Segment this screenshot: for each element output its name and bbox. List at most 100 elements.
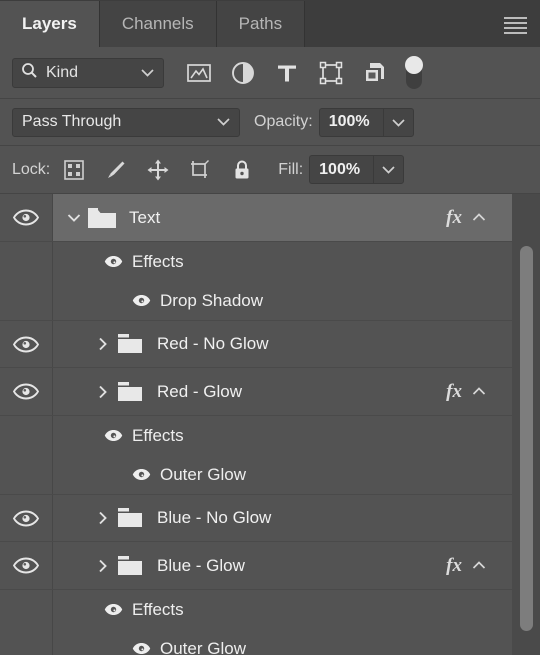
filter-kind-dropdown[interactable]: Kind [12, 57, 164, 88]
layer-list: Text fx Effects Drop Shadow Red - No Glo… [0, 194, 540, 655]
filter-shape-layers-icon[interactable] [318, 60, 344, 86]
layer-visibility-toggle[interactable] [0, 495, 53, 541]
layer-visibility-toggle[interactable] [0, 368, 53, 415]
effects-visibility-toggle[interactable] [103, 429, 123, 442]
filter-pixel-layers-icon[interactable] [186, 60, 212, 86]
group-expand-chevron-down-icon[interactable] [63, 213, 85, 222]
folder-closed-icon [115, 506, 145, 530]
layer-visibility-toggle[interactable] [0, 321, 53, 367]
filter-adjustment-layers-icon[interactable] [230, 60, 256, 86]
lock-row: Lock: Fill: 100% [0, 146, 540, 194]
effect-item-body[interactable]: Outer Glow [53, 629, 512, 655]
layer-row-body[interactable]: Blue - Glow fx [53, 542, 512, 589]
fx-collapse-chevron-up-icon[interactable] [472, 557, 486, 575]
filter-type-icons [186, 60, 388, 86]
layer-visibility-toggle[interactable] [0, 542, 53, 589]
fx-badge[interactable]: fx [446, 381, 462, 403]
lock-icons [62, 158, 254, 182]
eye-icon [104, 256, 122, 267]
fx-badge[interactable]: fx [446, 555, 462, 577]
fill-control: 100% [309, 155, 405, 184]
eye-icon [132, 469, 150, 480]
group-expand-chevron-right-icon[interactable] [91, 511, 113, 525]
eye-icon [132, 295, 150, 306]
effects-row[interactable]: Effects [0, 590, 512, 629]
effect-item-gutter [0, 281, 53, 320]
effects-row-body[interactable]: Effects [53, 590, 512, 629]
effects-visibility-toggle[interactable] [103, 255, 123, 268]
effect-item-body[interactable]: Outer Glow [53, 455, 512, 494]
layer-row-body[interactable]: Blue - No Glow [53, 495, 512, 541]
fx-badge[interactable]: fx [446, 207, 462, 229]
effects-row-body[interactable]: Effects [53, 242, 512, 281]
layer-row-blue-glow[interactable]: Blue - Glow fx [0, 542, 512, 590]
effect-item-row[interactable]: Outer Glow [0, 629, 512, 655]
layer-fx-indicator[interactable]: fx [446, 194, 486, 241]
scrollbar-thumb[interactable] [520, 246, 533, 631]
blend-mode-row: Pass Through Opacity: 100% [0, 99, 540, 146]
layer-row-red-glow[interactable]: Red - Glow fx [0, 368, 512, 416]
tab-layers[interactable]: Layers [0, 1, 100, 47]
menu-line [503, 21, 527, 24]
filter-smart-object-layers-icon[interactable] [362, 60, 388, 86]
lock-all-icon[interactable] [230, 158, 254, 182]
effects-row[interactable]: Effects [0, 416, 512, 455]
effects-row-body[interactable]: Effects [53, 416, 512, 455]
filter-kind-label: Kind [46, 63, 79, 81]
filter-toolbar: Kind [0, 47, 540, 99]
tab-paths[interactable]: Paths [216, 1, 306, 47]
layer-list-scrollbar[interactable] [512, 194, 540, 655]
effect-item-row[interactable]: Drop Shadow [0, 281, 512, 320]
lock-artboard-nesting-icon[interactable] [188, 158, 212, 182]
fx-collapse-chevron-up-icon[interactable] [472, 383, 486, 401]
blend-mode-dropdown[interactable]: Pass Through [12, 107, 240, 137]
lock-image-pixels-icon[interactable] [104, 158, 128, 182]
fill-label: Fill: [278, 160, 304, 178]
chevron-down-icon [141, 64, 154, 82]
layer-name: Red - No Glow [157, 334, 269, 353]
layer-fx-indicator[interactable]: fx [446, 368, 486, 415]
opacity-label: Opacity: [254, 113, 313, 130]
folder-closed-icon [115, 332, 145, 356]
layer-row-red-no-glow[interactable]: Red - No Glow [0, 320, 512, 368]
opacity-input[interactable]: 100% [318, 107, 383, 137]
layer-visibility-toggle[interactable] [0, 194, 53, 241]
lock-position-icon[interactable] [146, 158, 170, 182]
fx-collapse-chevron-up-icon[interactable] [472, 209, 486, 227]
folder-closed-icon [115, 554, 145, 578]
effect-item-gutter [0, 629, 53, 655]
group-expand-chevron-right-icon[interactable] [91, 337, 113, 351]
filter-enable-toggle[interactable] [404, 55, 424, 90]
lock-transparent-pixels-icon[interactable] [62, 158, 86, 182]
effects-row[interactable]: Effects [0, 242, 512, 281]
panel-menu-icon[interactable] [498, 14, 532, 36]
layer-name: Blue - No Glow [157, 508, 272, 527]
effect-item-row[interactable]: Outer Glow [0, 455, 512, 494]
fill-input[interactable]: 100% [309, 155, 374, 184]
layers-panel: Layers Channels Paths Kind Pass Through … [0, 0, 540, 655]
effect-item-body[interactable]: Drop Shadow [53, 281, 512, 320]
effect-visibility-toggle[interactable] [131, 294, 151, 307]
layer-fx-indicator[interactable]: fx [446, 542, 486, 589]
layer-row-blue-no-glow[interactable]: Blue - No Glow [0, 494, 512, 542]
layer-row-text[interactable]: Text fx [0, 194, 512, 242]
folder-open-icon [87, 206, 117, 230]
layer-row-body[interactable]: Red - Glow fx [53, 368, 512, 415]
effects-visibility-toggle[interactable] [103, 603, 123, 616]
group-expand-chevron-right-icon[interactable] [91, 559, 113, 573]
group-expand-chevron-right-icon[interactable] [91, 385, 113, 399]
eye-icon [104, 604, 122, 615]
search-icon [21, 62, 38, 84]
layer-row-body[interactable]: Red - No Glow [53, 321, 512, 367]
opacity-dropdown-button[interactable] [382, 107, 414, 137]
effects-row-gutter [0, 590, 53, 629]
filter-type-layers-icon[interactable] [274, 60, 300, 86]
tab-channels[interactable]: Channels [99, 1, 217, 47]
fill-dropdown-button[interactable] [373, 155, 405, 184]
layer-row-body[interactable]: Text fx [53, 194, 512, 241]
effect-visibility-toggle[interactable] [131, 468, 151, 481]
eye-icon [132, 643, 150, 654]
blend-mode-value: Pass Through [22, 113, 122, 130]
effect-visibility-toggle[interactable] [131, 642, 151, 655]
lock-label: Lock: [12, 160, 51, 178]
